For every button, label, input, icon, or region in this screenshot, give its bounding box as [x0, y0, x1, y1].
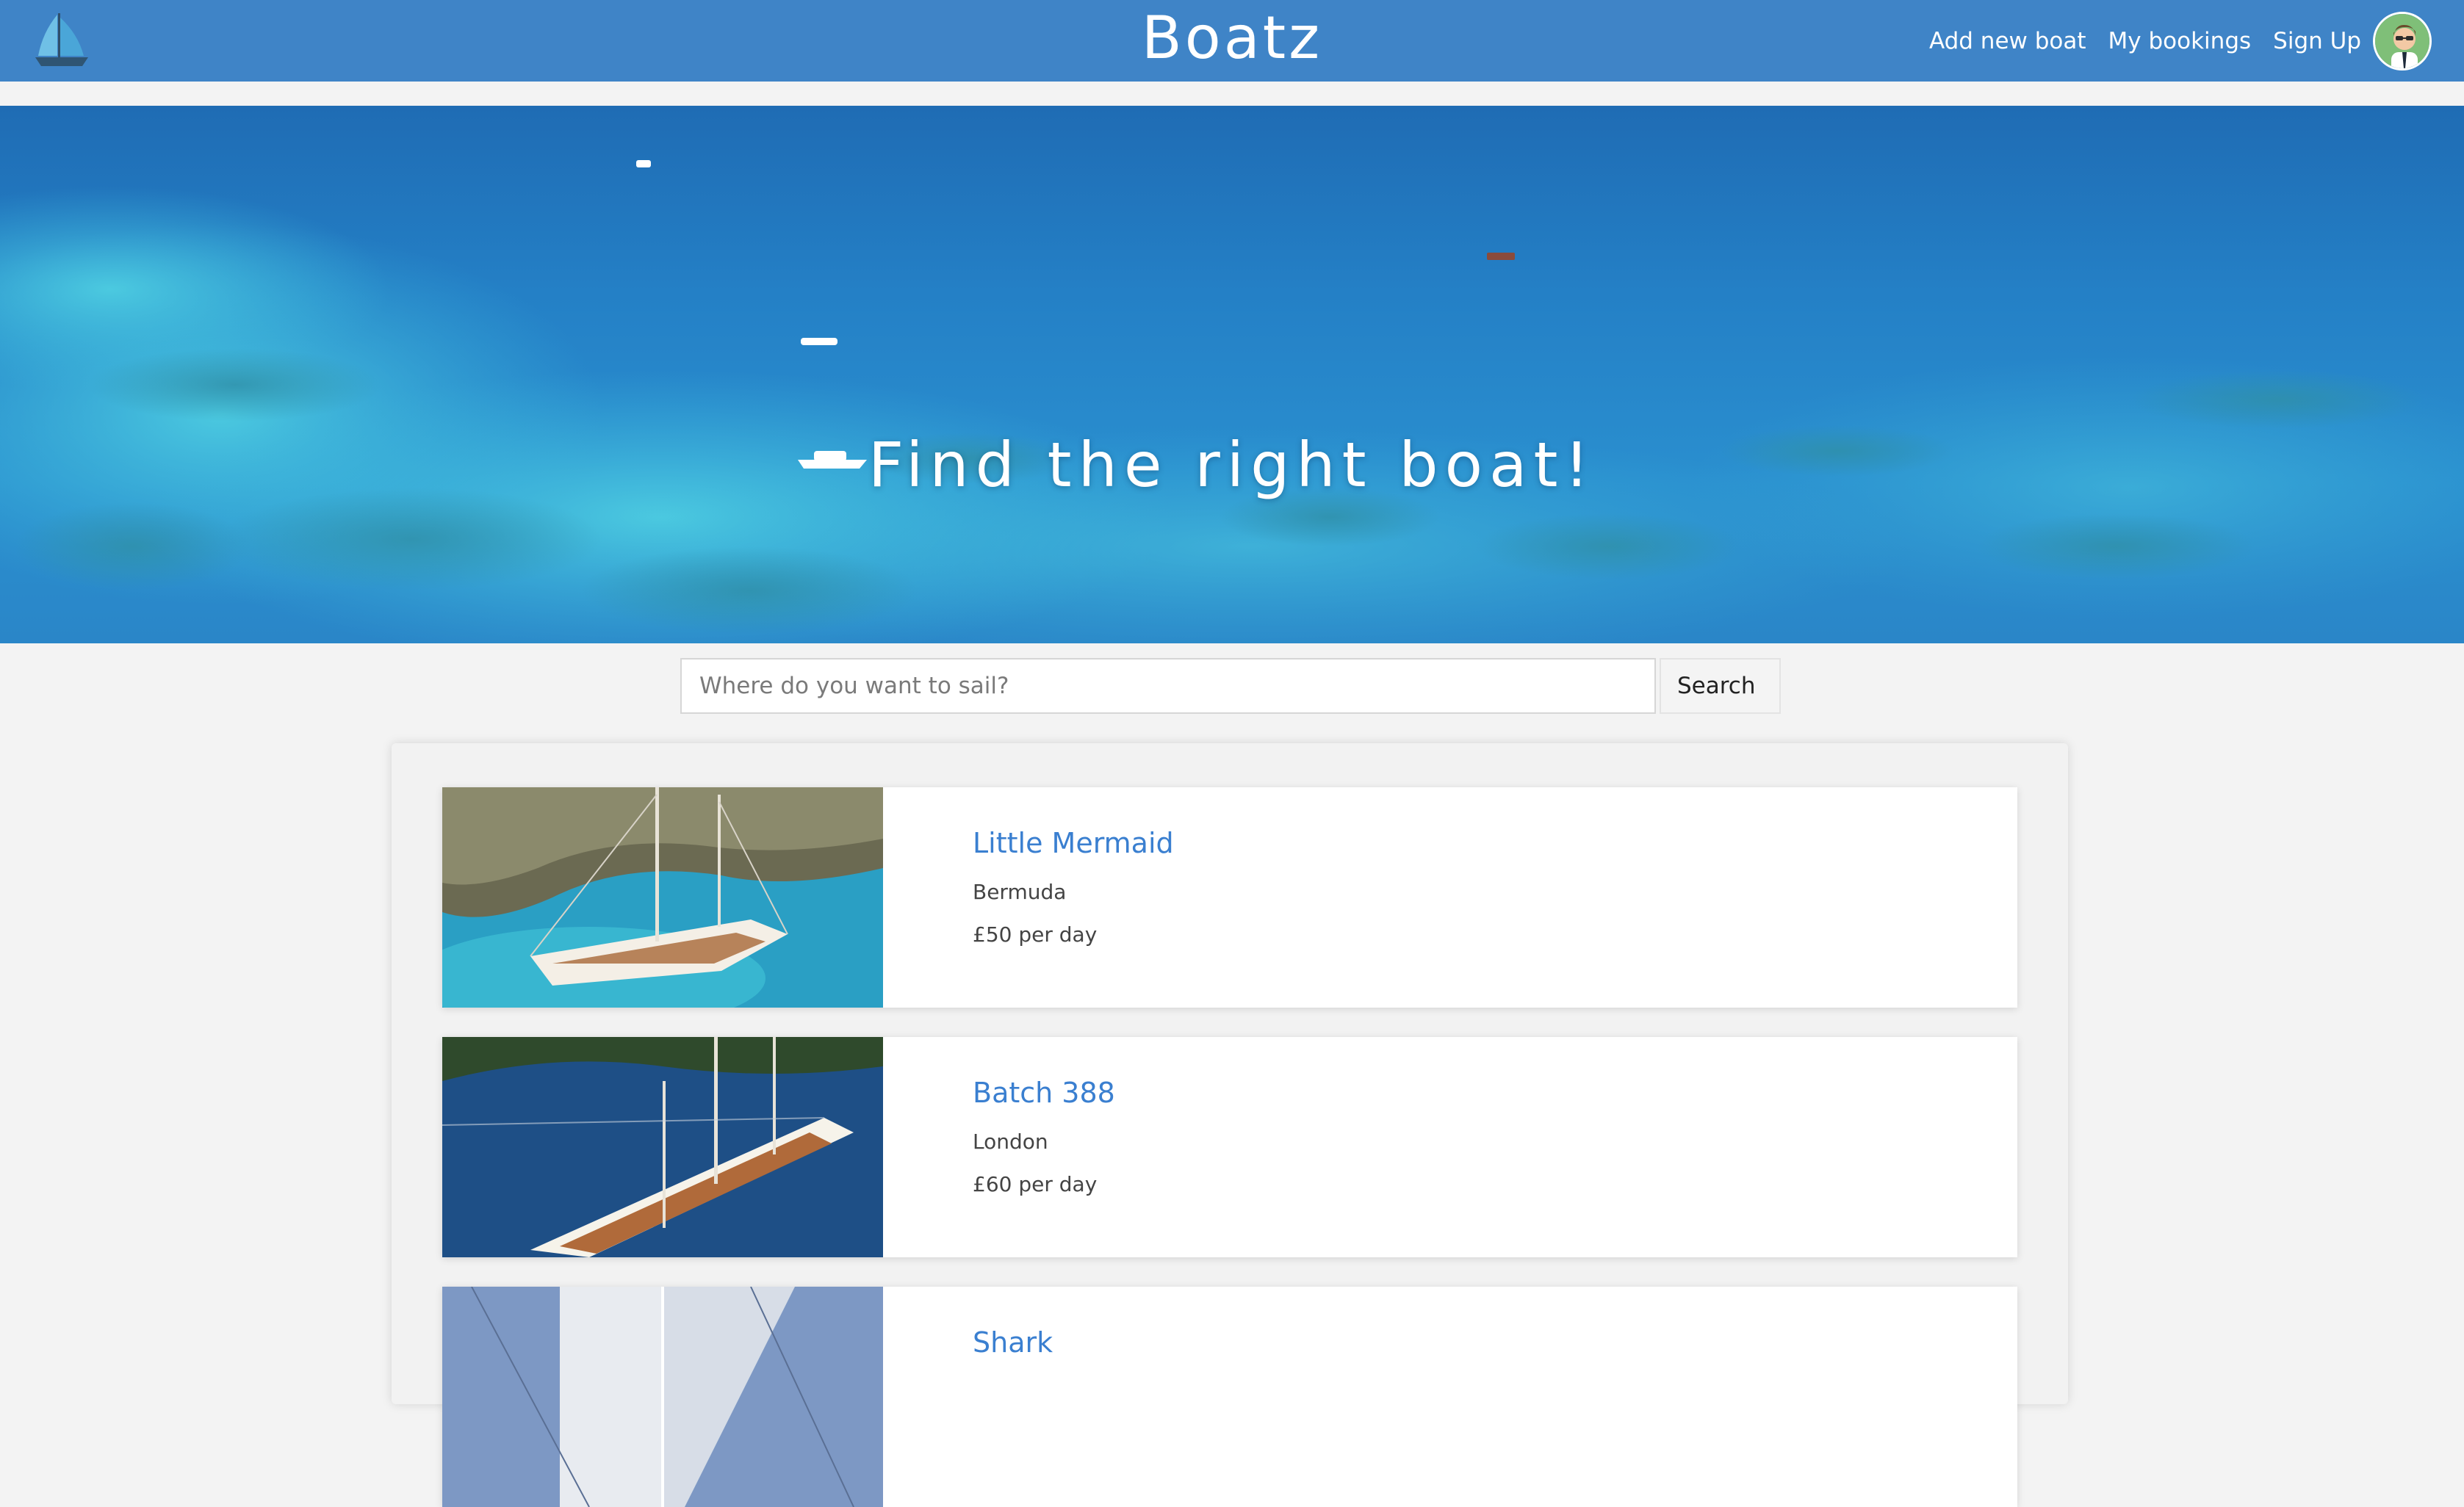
nav-links: Add new boat My bookings Sign Up: [1907, 0, 2464, 82]
top-navbar: Boatz Add new boat My bookings Sign Up: [0, 0, 2464, 82]
hero-banner: Find the right boat!: [0, 106, 2464, 643]
boat-price: £60 per day: [973, 1172, 1098, 1196]
search-button[interactable]: Search: [1660, 658, 1781, 714]
hero-title: Find the right boat!: [868, 429, 1596, 501]
add-new-boat-link[interactable]: Add new boat: [1929, 28, 2086, 54]
boat-location: Bermuda: [973, 880, 1067, 904]
boat-results-panel: Little Mermaid Bermuda £50 per day Batch…: [392, 743, 2068, 1507]
boat-name-link[interactable]: Shark: [973, 1326, 1053, 1359]
boat-photo: [442, 1287, 883, 1507]
boat-name-link[interactable]: Little Mermaid: [973, 827, 1174, 859]
boat-card[interactable]: Batch 388 London £60 per day: [442, 1037, 2017, 1257]
boat-location: London: [973, 1130, 1048, 1154]
sign-up-link[interactable]: Sign Up: [2273, 28, 2361, 54]
sea-hero-image: [0, 106, 2464, 643]
boat-photo: [442, 1037, 883, 1257]
boat-name-link[interactable]: Batch 388: [973, 1077, 1115, 1109]
boat-photo: [442, 787, 883, 1008]
search-input[interactable]: [680, 658, 1656, 714]
header-spacer: [0, 82, 2464, 106]
boat-card[interactable]: Shark: [442, 1287, 2017, 1507]
sailboat-icon[interactable]: [32, 10, 91, 69]
boat-price: £50 per day: [973, 922, 1098, 947]
boat-card[interactable]: Little Mermaid Bermuda £50 per day: [442, 787, 2017, 1008]
user-avatar[interactable]: [2373, 11, 2432, 71]
my-bookings-link[interactable]: My bookings: [2108, 28, 2252, 54]
